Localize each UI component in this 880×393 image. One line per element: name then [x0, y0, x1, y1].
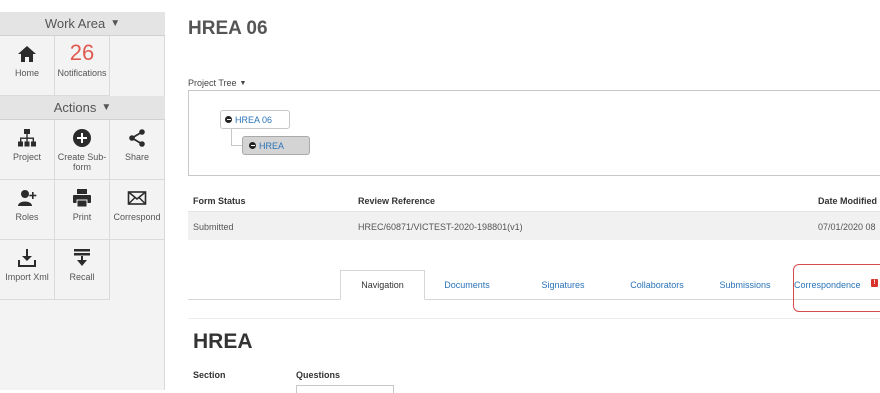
divider: [188, 318, 880, 319]
home-label: Home: [14, 68, 39, 78]
correspond-label: Correspond: [113, 212, 161, 222]
work-area-label: Work Area: [44, 16, 106, 31]
tab-signatures[interactable]: Signatures: [527, 270, 599, 300]
import-xml-label: Import Xml: [5, 272, 49, 282]
tab-navigation[interactable]: Navigation: [340, 270, 425, 300]
project-tree-panel: [188, 90, 880, 176]
column-header-review-reference: Review Reference: [358, 196, 436, 206]
import-xml-tile[interactable]: Import Xml: [0, 240, 55, 300]
collapse-icon[interactable]: [249, 142, 256, 149]
tree-node-child[interactable]: HREA: [242, 136, 310, 155]
chevron-down-icon: ▼: [101, 102, 112, 113]
notifications-label: Notifications: [57, 68, 107, 78]
printer-icon: [73, 189, 91, 208]
envelope-icon: [127, 191, 147, 205]
add-user-icon: [18, 190, 37, 206]
project-tile[interactable]: Project: [0, 120, 55, 180]
section-title: HREA: [193, 330, 253, 353]
date-modified-cell: 07/01/2020 08: [818, 222, 876, 232]
tab-documents[interactable]: Documents: [432, 270, 502, 300]
chevron-down-icon: ▼: [110, 18, 121, 29]
actions-header[interactable]: Actions ▼: [0, 96, 165, 120]
collapse-icon[interactable]: [225, 116, 232, 123]
notifications-count: 26: [69, 40, 95, 65]
project-tree-label: Project Tree: [188, 78, 237, 88]
home-tile[interactable]: Home: [0, 36, 55, 96]
recall-label: Recall: [69, 272, 95, 282]
hierarchy-icon: [18, 129, 36, 147]
column-header-questions: Questions: [296, 370, 341, 380]
tree-node-root[interactable]: HREA 06: [220, 110, 290, 129]
project-label: Project: [12, 152, 41, 162]
roles-tile[interactable]: Roles: [0, 180, 55, 240]
column-header-date-modified: Date Modified: [818, 196, 878, 206]
share-icon: [129, 129, 145, 147]
tree-connector: [231, 129, 232, 146]
import-icon: [18, 249, 36, 267]
tree-node-label: HREA 06: [235, 114, 273, 125]
print-label: Print: [72, 212, 92, 222]
print-tile[interactable]: Print: [55, 180, 110, 240]
questions-panel: [296, 385, 394, 393]
sidebar: Work Area ▼ Home 26 Notifications Action…: [0, 12, 165, 390]
form-status-cell: Submitted: [193, 222, 234, 232]
notifications-tile[interactable]: 26 Notifications: [55, 36, 110, 96]
table-row: [188, 212, 880, 240]
tree-connector: [231, 145, 242, 146]
work-area-header[interactable]: Work Area ▼: [0, 12, 165, 36]
page-title: HREA 06: [188, 18, 268, 39]
project-tree-toggle[interactable]: Project Tree ▼: [188, 78, 246, 88]
create-sub-form-label: Create Sub-form: [57, 152, 107, 172]
top-strip: [0, 0, 880, 12]
share-tile[interactable]: Share: [110, 120, 165, 180]
actions-label: Actions: [53, 100, 97, 115]
roles-label: Roles: [15, 212, 39, 222]
share-label: Share: [124, 152, 150, 162]
column-header-form-status: Form Status: [193, 196, 246, 206]
create-sub-form-tile[interactable]: Create Sub-form: [55, 120, 110, 180]
tree-node-label: HREA: [259, 140, 285, 151]
chevron-down-icon: ▼: [239, 79, 247, 87]
review-reference-cell: HREC/60871/VICTEST-2020-198801(v1): [358, 222, 523, 232]
recall-icon: [74, 249, 90, 266]
correspond-tile[interactable]: Correspond: [110, 180, 165, 240]
correspondence-highlight: [793, 264, 880, 312]
tab-collaborators[interactable]: Collaborators: [615, 270, 699, 300]
column-header-section: Section: [193, 370, 226, 380]
recall-tile[interactable]: Recall: [55, 240, 110, 300]
plus-circle-icon: [73, 129, 91, 147]
tab-submissions[interactable]: Submissions: [707, 270, 783, 300]
home-icon: [18, 46, 36, 62]
